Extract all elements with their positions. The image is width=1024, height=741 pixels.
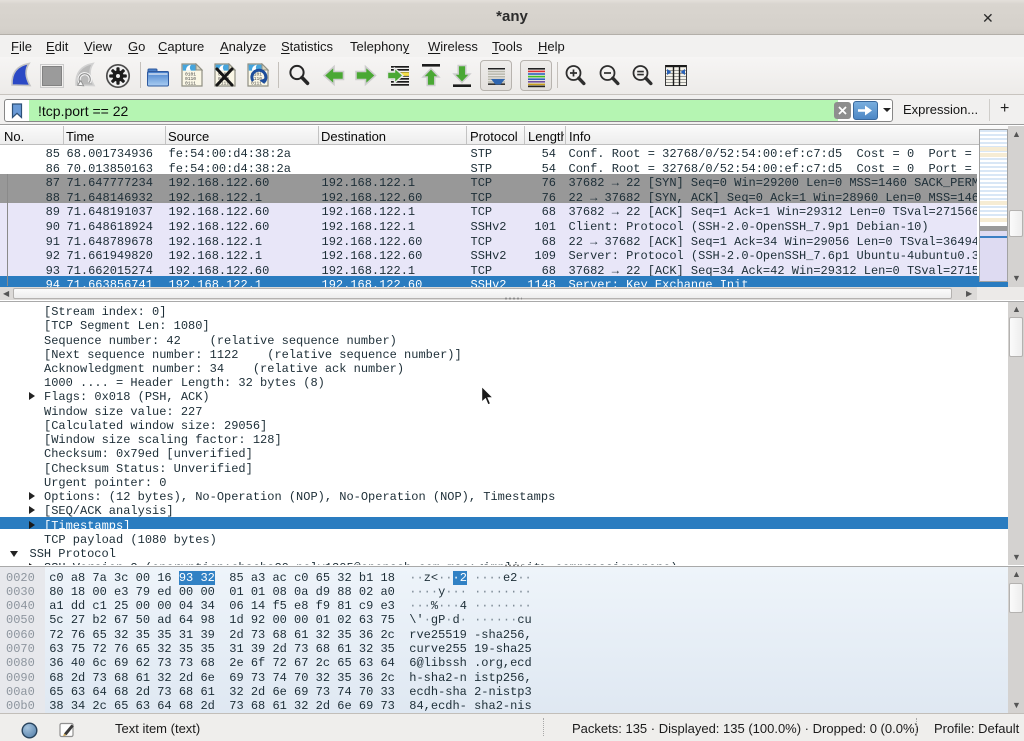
svg-text:0111: 0111	[185, 81, 196, 87]
svg-text:0111: 0111	[251, 81, 262, 87]
